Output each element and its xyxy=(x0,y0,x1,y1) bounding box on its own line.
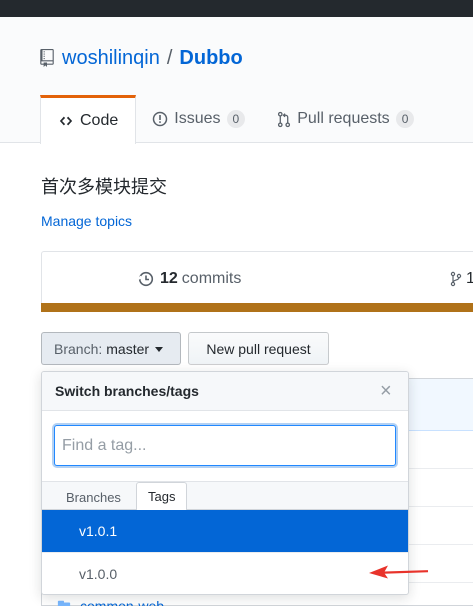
repo-title-separator: / xyxy=(166,47,173,69)
top-nav-bar xyxy=(0,0,473,17)
dropdown-filter-area xyxy=(42,411,408,482)
red-arrow-annotation xyxy=(369,565,429,579)
repo-title: woshilinqin / Dubbo xyxy=(40,46,243,70)
dropdown-tabs: Branches Tags xyxy=(42,482,408,511)
dropdown-title: Switch branches/tags xyxy=(55,383,199,399)
history-icon xyxy=(138,271,154,287)
new-pull-request-button[interactable]: New pull request xyxy=(188,332,329,365)
tab-pull-requests-label: Pull requests xyxy=(297,110,390,127)
repo-name-link[interactable]: Dubbo xyxy=(179,46,242,70)
code-icon xyxy=(58,114,74,128)
issues-counter: 0 xyxy=(226,110,246,128)
pull-request-icon xyxy=(277,111,291,128)
branches-count: 1 xyxy=(466,270,473,287)
tab-issues-label: Issues xyxy=(174,110,221,127)
find-tag-input[interactable] xyxy=(54,425,396,466)
tag-item[interactable]: v1.0.0 xyxy=(42,552,408,594)
branch-select-button[interactable]: Branch: master xyxy=(41,332,181,365)
tab-code[interactable]: Code xyxy=(40,95,137,144)
commits-summary[interactable]: 12 commits xyxy=(138,270,241,288)
tab-issues[interactable]: Issues 0 xyxy=(136,95,261,143)
branch-button-label: Branch: xyxy=(54,340,103,357)
tab-pull-requests[interactable]: Pull requests 0 xyxy=(261,95,430,143)
issue-icon xyxy=(152,111,168,127)
tab-tags[interactable]: Tags xyxy=(136,482,188,511)
file-row-common-web[interactable]: common-web xyxy=(56,598,164,606)
language-bar xyxy=(41,303,473,312)
branch-icon xyxy=(450,271,462,287)
repo-tabs: Code Issues 0 Pull requests 0 xyxy=(40,95,430,144)
close-icon[interactable]: × xyxy=(380,381,392,401)
branch-button-value: master xyxy=(106,340,150,357)
branch-tag-dropdown: Switch branches/tags × Branches Tags v1.… xyxy=(41,371,409,595)
repo-header: woshilinqin / Dubbo Code Issues 0 Pull r… xyxy=(0,17,473,144)
tag-item-selected[interactable]: v1.0.1 xyxy=(42,510,408,552)
commits-label: commits xyxy=(181,270,242,287)
manage-topics-link[interactable]: Manage topics xyxy=(41,213,132,229)
file-name: common-web xyxy=(80,598,165,606)
commits-count: 12 xyxy=(160,270,178,287)
caret-down-icon xyxy=(155,347,164,352)
folder-icon xyxy=(57,600,71,606)
repo-icon xyxy=(40,49,54,67)
tab-code-label: Code xyxy=(80,112,119,129)
pull-requests-counter: 0 xyxy=(395,110,415,128)
repo-owner-link[interactable]: woshilinqin xyxy=(62,46,160,70)
branches-summary[interactable]: 1 xyxy=(450,270,473,288)
repo-description: 首次多模块提交 xyxy=(41,177,167,198)
dropdown-header: Switch branches/tags × xyxy=(42,372,408,411)
